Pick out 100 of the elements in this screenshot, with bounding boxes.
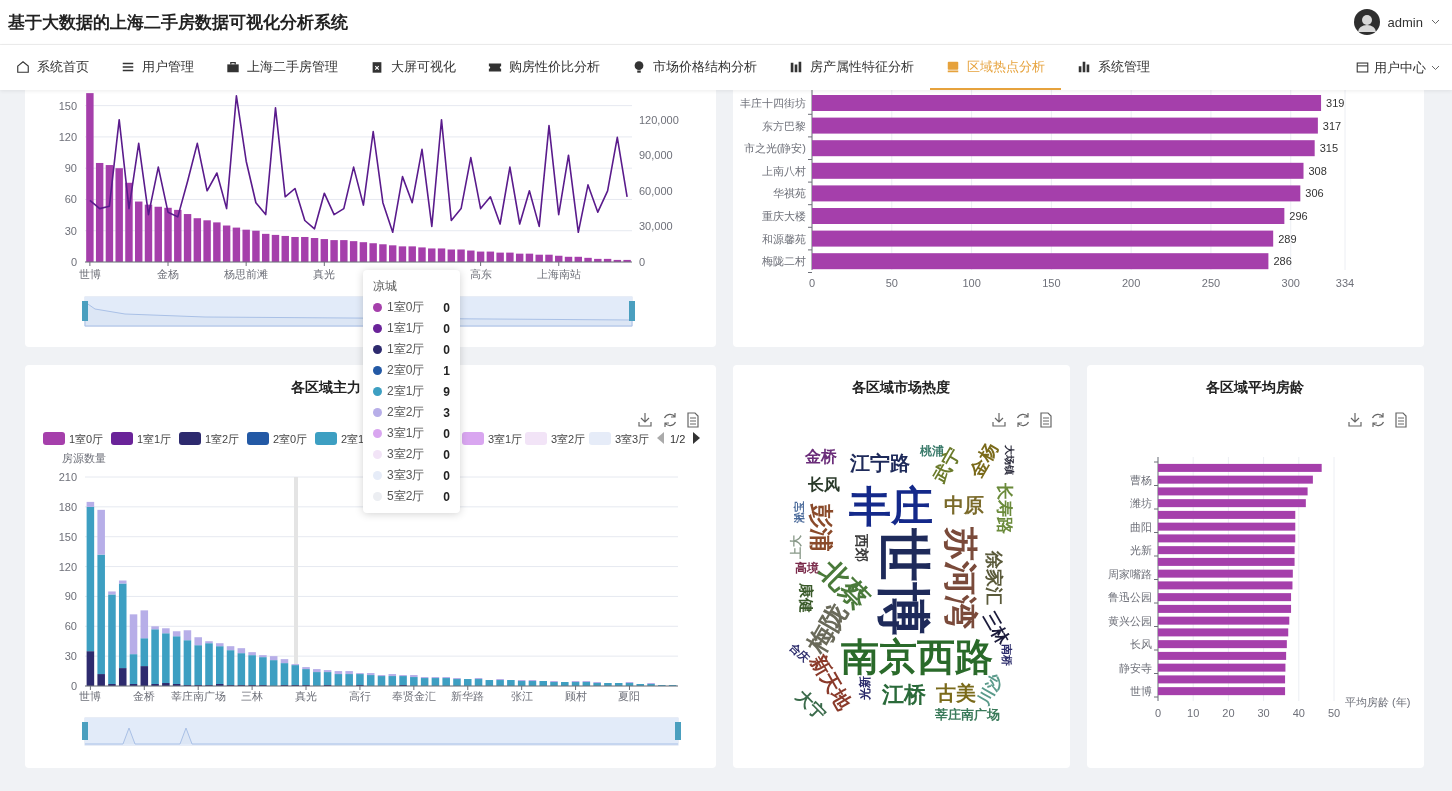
legend-label: 1室0厅: [69, 433, 104, 445]
value-label: 319: [1326, 97, 1345, 109]
axis-label: 120: [58, 560, 77, 573]
axis-label: 180: [58, 500, 77, 513]
app-title: 基于大数据的上海二手房数据可视化分析系统: [8, 11, 348, 34]
axis-label: 150: [1042, 277, 1061, 289]
legend-label: 2室1: [341, 433, 365, 445]
axis-label: 三林: [241, 690, 264, 702]
cloud-word: 上大: [790, 535, 802, 559]
axis-label: 顾村: [564, 690, 587, 702]
axis-label: 50: [1327, 707, 1341, 719]
tooltip-value: 0: [443, 468, 450, 483]
cloud-word: 苏河湾: [944, 527, 978, 629]
tooltip-label: 3室1厅: [387, 425, 425, 442]
chart-title: 各区域主力: [291, 379, 361, 395]
tooltip-value: 1: [443, 363, 450, 378]
axis-label: 夏阳: [618, 690, 641, 702]
axis-label: 60: [64, 620, 77, 633]
cloud-word: 长风: [808, 477, 840, 493]
cloud-word: 大场镇: [1004, 445, 1014, 475]
axis-label: 长风: [1130, 638, 1152, 651]
cloud-word: 南桥: [1000, 644, 1012, 666]
axis-label: 30,000: [639, 220, 673, 233]
chart-title: 各区域市场热度: [852, 379, 950, 395]
axis-label: 金杨: [157, 268, 180, 280]
value-label: 289: [1278, 232, 1297, 245]
tooltip-label: 2室0厅: [387, 362, 425, 379]
axis-label: 华祺苑: [773, 187, 806, 200]
axis-label: 重庆大楼: [762, 210, 806, 222]
axis-label: 90,000: [639, 149, 673, 162]
cloud-word: 淞宝: [793, 501, 805, 523]
tooltip-value: 0: [443, 489, 450, 504]
legend-label: 1室2厅: [205, 433, 240, 445]
axis-label: 0: [1154, 707, 1162, 719]
axis-label: 张江: [510, 690, 533, 702]
tooltip-title: 凉城: [373, 278, 398, 295]
legend-label: 3室3厅: [615, 433, 650, 445]
value-label: 308: [1308, 164, 1327, 177]
axis-label: 金桥: [133, 690, 156, 702]
axis-label: 真光: [313, 268, 336, 280]
axis-label: 世博: [78, 268, 101, 280]
axis-label: 曹杨: [1130, 473, 1152, 486]
axis-title: 房源数量: [62, 452, 106, 464]
legend-label: 3室2厅: [551, 433, 586, 445]
axis-label: 真光: [295, 690, 318, 702]
axis-label: 光新: [1130, 544, 1152, 557]
axis-label: 60: [64, 193, 77, 206]
chart-title: 各区域平均房龄: [1206, 379, 1304, 395]
cloud-word: 莘庄南广场: [934, 707, 1000, 721]
tooltip-label: 1室0厅: [387, 299, 425, 316]
axis-label: 世博: [79, 690, 102, 702]
axis-label: 新华路: [451, 690, 485, 702]
legend-label: 2室0厅: [273, 433, 308, 445]
tooltip-value: 0: [443, 300, 450, 315]
tooltip-label: 2室2厅: [387, 404, 425, 421]
axis-label: 0: [70, 680, 77, 692]
page-indicator: 1/2: [670, 433, 686, 445]
axis-label: 30: [64, 650, 77, 663]
cloud-word: 徐家汇: [985, 551, 1003, 605]
axis-label: 世博: [1130, 685, 1152, 698]
tooltip-label: 5室2厅: [387, 488, 425, 505]
tooltip-label: 1室2厅: [387, 341, 425, 358]
axis-label: 20: [1222, 707, 1235, 719]
value-label: 296: [1289, 210, 1308, 222]
axis-label: 上海南站: [536, 268, 581, 280]
tooltip-value: 0: [443, 447, 450, 462]
cloud-word: 彭浦: [809, 504, 833, 552]
axis-label: 0: [639, 256, 646, 268]
axis-label: 120,000: [639, 113, 679, 126]
axis-label: 90: [64, 162, 77, 175]
cloud-word: 江宁路: [850, 453, 910, 473]
axis-label: 和源馨苑: [762, 232, 806, 245]
cloud-word: 丰庄: [849, 486, 933, 528]
axis-label: 60,000: [639, 184, 673, 197]
cloud-word: 江桥: [882, 684, 926, 706]
cloud-word: 金杨: [967, 439, 1001, 481]
axis-label: 150: [58, 530, 77, 543]
axis-label: 210: [58, 471, 77, 483]
tooltip-label: 3室3厅: [387, 467, 425, 484]
axis-label: 莘庄南广场: [170, 690, 226, 702]
axis-label: 200: [1122, 277, 1141, 289]
cloud-word: 高境: [795, 562, 819, 574]
tooltip-value: 0: [443, 426, 450, 441]
tooltip-label: 2室1厅: [387, 383, 425, 400]
axis-label: 10: [1187, 707, 1200, 719]
value-label: 286: [1273, 255, 1292, 268]
axis-label: 静安寺: [1119, 661, 1152, 674]
axis-label: 120: [58, 130, 77, 143]
axis-label: 上南八村: [762, 164, 806, 177]
axis-label: 丰庄十四街坊: [740, 97, 806, 109]
axis-label: 周家嘴路: [1108, 567, 1152, 580]
tooltip-label: 1室1厅: [387, 320, 425, 337]
cloud-word: 世博: [877, 528, 931, 636]
axis-label: 高东: [469, 268, 492, 280]
axis-label: 高行: [348, 690, 371, 702]
cloud-word: 西郊: [855, 534, 869, 562]
legend-label: 1室1厅: [137, 433, 172, 445]
axis-label: 潍坊: [1130, 497, 1152, 510]
axis-label: 250: [1201, 277, 1221, 289]
axis-label: 奉贤金汇: [391, 690, 436, 702]
